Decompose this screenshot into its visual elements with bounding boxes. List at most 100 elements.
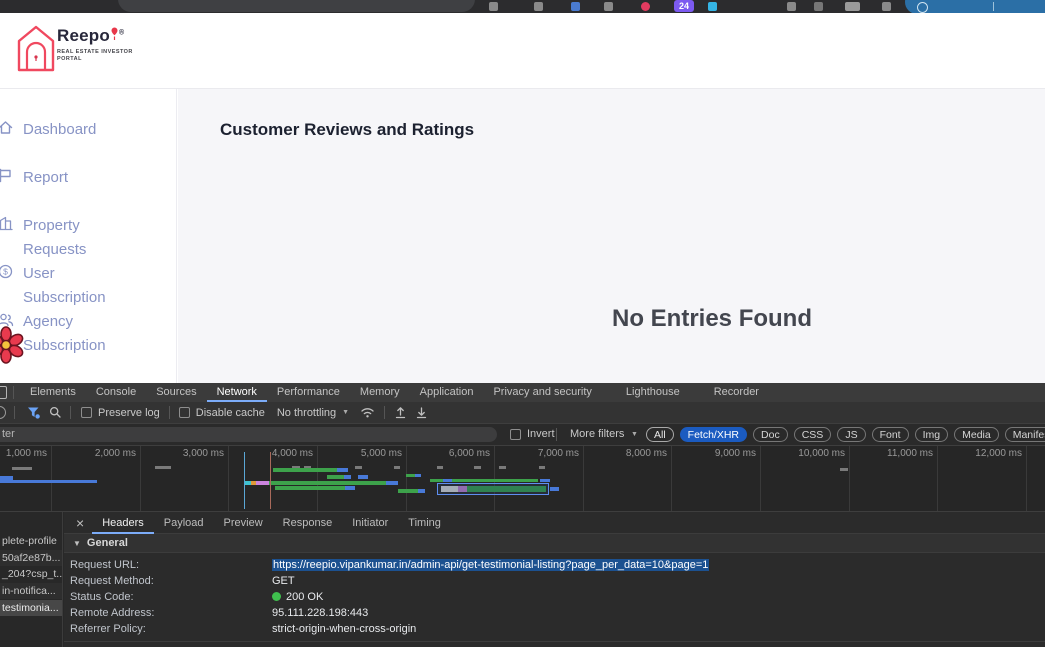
- extension-icon[interactable]: [882, 2, 891, 11]
- detail-tab-preview[interactable]: Preview: [214, 512, 273, 534]
- timeline-gridline: [937, 446, 938, 512]
- extension-icon[interactable]: [787, 2, 796, 11]
- timeline-gridline: [1026, 446, 1027, 512]
- devtools-tab-network[interactable]: Network: [207, 383, 267, 402]
- waterfall-bar: [256, 481, 269, 485]
- detail-tab-timing[interactable]: Timing: [398, 512, 451, 534]
- preserve-log-label[interactable]: Preserve log: [98, 407, 160, 419]
- waterfall-bar: [539, 466, 545, 469]
- divider: [169, 406, 170, 419]
- screen: 24 Reepo® REAL ESTATE INVESTOR PORTAL Da…: [0, 0, 1045, 647]
- devtools-tab-lighthouse[interactable]: Lighthouse: [616, 383, 690, 402]
- tagline-line2: PORTAL: [57, 56, 133, 63]
- referrer-policy-value: strict-origin-when-cross-origin: [272, 621, 416, 637]
- sidebar-item-dashboard[interactable]: Dashboard: [0, 118, 141, 142]
- sidebar-item-user-subscription[interactable]: $ User Subscription: [0, 262, 141, 310]
- sidebar-item-property-requests[interactable]: Property Requests: [0, 214, 141, 262]
- request-method-value: GET: [272, 573, 295, 589]
- timeline-gridline: [583, 446, 584, 512]
- extension-icon[interactable]: [845, 2, 860, 11]
- chip-manifest[interactable]: Manifest: [1005, 427, 1045, 442]
- waterfall-bar: [337, 468, 348, 472]
- browser-urlbar[interactable]: [118, 0, 475, 12]
- extension-icon[interactable]: [604, 2, 613, 11]
- waterfall-bar: [0, 480, 97, 483]
- request-row[interactable]: 50af2e87b...: [0, 550, 62, 566]
- chip-css[interactable]: CSS: [794, 427, 832, 442]
- disable-cache-label[interactable]: Disable cache: [196, 407, 265, 419]
- waterfall-bar: [327, 475, 344, 479]
- device-toolbar-icon[interactable]: [0, 386, 7, 399]
- chip-img[interactable]: Img: [915, 427, 949, 442]
- divider: [556, 428, 557, 441]
- extension-icon[interactable]: [489, 2, 498, 11]
- network-overview-timeline[interactable]: 1,000 ms2,000 ms3,000 ms4,000 ms5,000 ms…: [0, 446, 1045, 512]
- detail-header: × Headers Payload Preview Response Initi…: [64, 512, 1045, 534]
- devtools-tab-recorder[interactable]: Recorder: [704, 383, 769, 402]
- browser-profile-pill[interactable]: [905, 0, 1045, 14]
- divider: [14, 406, 15, 419]
- extension-icon[interactable]: [534, 2, 543, 11]
- extension-icon[interactable]: [708, 2, 717, 11]
- chip-media[interactable]: Media: [954, 427, 999, 442]
- sync-icon: [917, 2, 928, 13]
- detail-tab-response[interactable]: Response: [273, 512, 343, 534]
- timeline-gridline: [51, 446, 52, 512]
- chip-font[interactable]: Font: [872, 427, 909, 442]
- timeline-gridline: [406, 446, 407, 512]
- waterfall-bar: [12, 467, 32, 470]
- devtools-tab-elements[interactable]: Elements: [20, 383, 86, 402]
- record-button[interactable]: [0, 406, 6, 419]
- chevron-down-icon: ▼: [342, 409, 349, 416]
- sidebar-item-label: Agency Subscription: [23, 310, 141, 358]
- search-icon[interactable]: [49, 406, 62, 419]
- devtools-tab-privacy[interactable]: Privacy and security: [483, 383, 601, 402]
- tab-count-badge[interactable]: 24: [674, 0, 694, 12]
- request-row-selected[interactable]: testimonia...: [0, 600, 62, 616]
- devtools-tab-sources[interactable]: Sources: [146, 383, 206, 402]
- devtools-tab-application[interactable]: Application: [410, 383, 484, 402]
- detail-tab-initiator[interactable]: Initiator: [342, 512, 398, 534]
- invert-checkbox[interactable]: [510, 429, 521, 440]
- general-section-header[interactable]: ▼General: [64, 534, 1045, 553]
- export-har-icon[interactable]: [416, 406, 427, 419]
- extension-icon[interactable]: [641, 2, 650, 11]
- disable-cache-checkbox[interactable]: [179, 407, 190, 418]
- location-pin-icon: [111, 27, 118, 41]
- extension-icon[interactable]: [571, 2, 580, 11]
- request-row[interactable]: plete-profile: [0, 533, 62, 549]
- header-row-request-method: Request Method: GET: [64, 573, 1045, 589]
- chip-doc[interactable]: Doc: [753, 427, 788, 442]
- more-filters-button[interactable]: More filters: [570, 428, 624, 440]
- close-icon[interactable]: ×: [76, 512, 84, 534]
- waterfall-bar: [840, 468, 848, 471]
- chip-fetch-xhr[interactable]: Fetch/XHR: [680, 427, 747, 442]
- chip-js[interactable]: JS: [837, 427, 865, 442]
- network-conditions-icon[interactable]: [360, 406, 375, 419]
- kv-label: Referrer Policy:: [70, 621, 146, 637]
- filter-input[interactable]: ter: [0, 427, 497, 442]
- dollar-circle-icon: $: [0, 263, 14, 280]
- empty-state-message: No Entries Found: [612, 305, 812, 333]
- timeline-tick-label: 12,000 ms: [960, 448, 1022, 459]
- invert-label[interactable]: Invert: [527, 428, 555, 440]
- waterfall-bar: [273, 468, 337, 472]
- extension-icon[interactable]: [814, 2, 823, 11]
- filter-icon[interactable]: [27, 406, 40, 419]
- waterfall-bar: [418, 489, 425, 493]
- chip-all[interactable]: All: [646, 427, 674, 442]
- header-row-request-url: Request URL: https://reepio.vipankumar.i…: [64, 557, 1045, 573]
- throttling-select[interactable]: No throttling: [277, 407, 336, 419]
- timeline-tick-label: 7,000 ms: [517, 448, 579, 459]
- detail-tab-payload[interactable]: Payload: [154, 512, 214, 534]
- devtools-tab-console[interactable]: Console: [86, 383, 146, 402]
- devtools-tab-memory[interactable]: Memory: [350, 383, 410, 402]
- waterfall-bar: [244, 481, 251, 485]
- detail-tab-headers[interactable]: Headers: [92, 512, 154, 534]
- request-row[interactable]: _204?csp_t...: [0, 566, 62, 582]
- request-row[interactable]: in-notifica...: [0, 583, 62, 599]
- devtools-tab-performance[interactable]: Performance: [267, 383, 350, 402]
- sidebar-item-report[interactable]: Report: [0, 166, 141, 190]
- preserve-log-checkbox[interactable]: [81, 407, 92, 418]
- import-har-icon[interactable]: [395, 406, 406, 419]
